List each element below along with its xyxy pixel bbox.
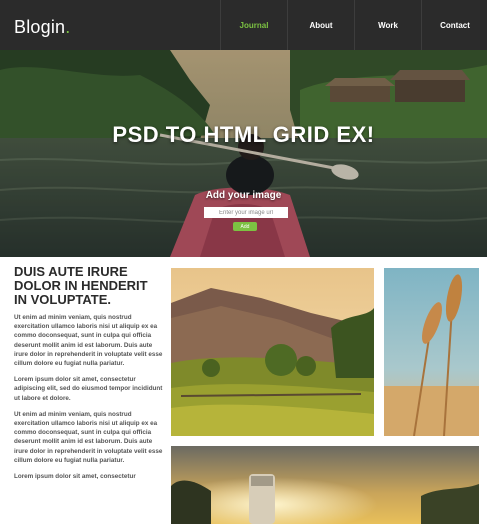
valley-photo[interactable] — [171, 268, 374, 436]
nav-item-contact[interactable]: Contact — [421, 0, 487, 50]
logo-text: Blogin — [14, 17, 66, 37]
article-heading: DUIS AUTE IRURE DOLOR IN HENDERIT IN VOL… — [14, 264, 148, 307]
article-paragraph: Lorem ipsum dolor sit amet, consectetur … — [14, 376, 163, 402]
site-header: Blogin. Journal About Work Contact — [0, 0, 487, 50]
hero-subtitle: Add your image — [205, 190, 282, 201]
add-image-button[interactable]: Add — [233, 222, 257, 231]
wheat-photo[interactable] — [384, 268, 479, 436]
sunset-photo[interactable] — [171, 446, 479, 524]
main-nav: Journal About Work Contact — [220, 0, 487, 50]
logo-dot: . — [65, 17, 71, 37]
logo[interactable]: Blogin. — [14, 17, 70, 38]
article-paragraph: Lorem ipsum dolor sit amet, consectetur — [14, 473, 136, 481]
hero-title: PSD TO HTML GRID EX! — [112, 122, 375, 147]
article-paragraph: Ut enim ad minim veniam, quis nostrud ex… — [14, 314, 163, 368]
nav-item-work[interactable]: Work — [354, 0, 421, 50]
image-url-input[interactable] — [204, 207, 288, 218]
article-paragraph: Ut enim ad minim veniam, quis nostrud ex… — [14, 410, 163, 464]
nav-item-journal[interactable]: Journal — [220, 0, 287, 50]
nav-item-about[interactable]: About — [287, 0, 354, 50]
article-text: DUIS AUTE IRURE DOLOR IN HENDERIT IN VOL… — [14, 265, 164, 488]
hero-banner: PSD TO HTML GRID EX! Add your image Add — [0, 50, 487, 257]
